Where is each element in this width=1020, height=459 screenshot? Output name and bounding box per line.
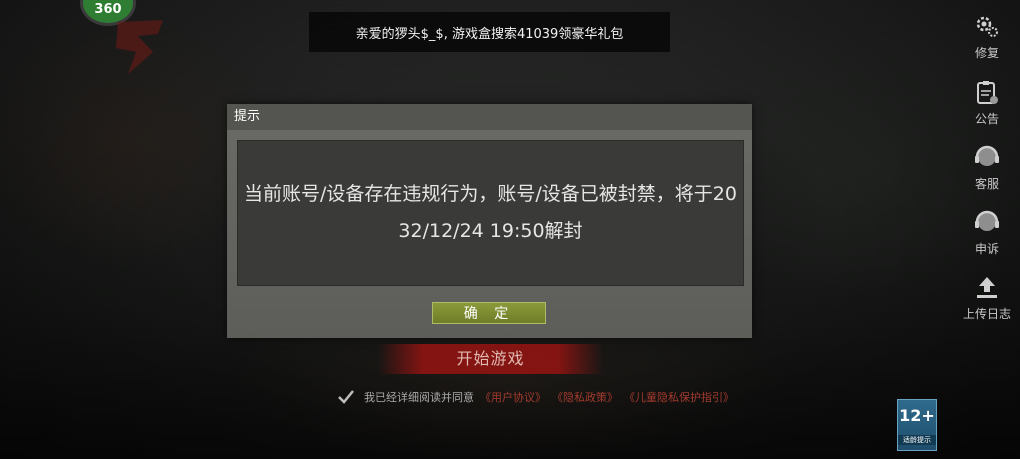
- agreement-row: 我已经详细阅读并同意 《用户协议》 《隐私政策》 《儿童隐私保护指引》: [336, 386, 734, 408]
- game-logo-icon: [116, 20, 163, 74]
- sidebar-item-label: 公告: [974, 112, 999, 126]
- agreement-text: 我已经详细阅读并同意: [364, 391, 474, 404]
- promo-banner-text: 亲爱的猡头$_$, 游戏盒搜索41039领豪华礼包: [355, 26, 624, 42]
- upload-icon: [972, 273, 1002, 303]
- agreement-checkbox[interactable]: [336, 387, 356, 407]
- promo-banner: 亲爱的猡头$_$, 游戏盒搜索41039领豪华礼包: [309, 12, 670, 52]
- confirm-button[interactable]: 确 定: [432, 302, 546, 324]
- start-game-button[interactable]: 开始游戏: [378, 344, 603, 374]
- dialog-body: 当前账号/设备存在违规行为，账号/设备已被封禁，将于2032/12/24 19:…: [237, 140, 744, 286]
- sidebar-item-label: 客服: [974, 177, 999, 191]
- child-privacy-link[interactable]: 《儿童隐私保护指引》: [624, 389, 734, 405]
- appeal-headset-icon: [972, 208, 1002, 238]
- dialog-message: 当前账号/设备存在违规行为，账号/设备已被封禁，将于2032/12/24 19:…: [244, 183, 737, 242]
- user-agreement-link[interactable]: 《用户协议》: [480, 389, 546, 405]
- gear-icon: [972, 12, 1002, 42]
- sidebar-item-label: 申诉: [974, 242, 999, 256]
- sidebar-item-upload-log[interactable]: 上传日志: [954, 273, 1020, 322]
- privacy-policy-link[interactable]: 《隐私政策》: [552, 389, 618, 405]
- dialog-title: 提示: [227, 104, 752, 130]
- age-rating-badge: 12+ 适龄提示: [897, 399, 937, 451]
- age-rating-number: 12+: [899, 406, 935, 425]
- game-logo: [108, 12, 188, 82]
- age-rating-caption: 适龄提示: [898, 435, 936, 445]
- sidebar-item-repair[interactable]: 修复: [954, 12, 1020, 61]
- notice-dialog: 提示 当前账号/设备存在违规行为，账号/设备已被封禁，将于2032/12/24 …: [227, 104, 752, 338]
- sidebar-item-label: 修复: [974, 46, 999, 60]
- sidebar-item-label: 上传日志: [962, 307, 1011, 321]
- sidebar-item-service[interactable]: 客服: [954, 143, 1020, 192]
- sidebar-item-notice[interactable]: 公告: [954, 78, 1020, 127]
- sidebar-item-appeal[interactable]: 申诉: [954, 208, 1020, 257]
- notice-icon: [972, 78, 1002, 108]
- headset-icon: [972, 143, 1002, 173]
